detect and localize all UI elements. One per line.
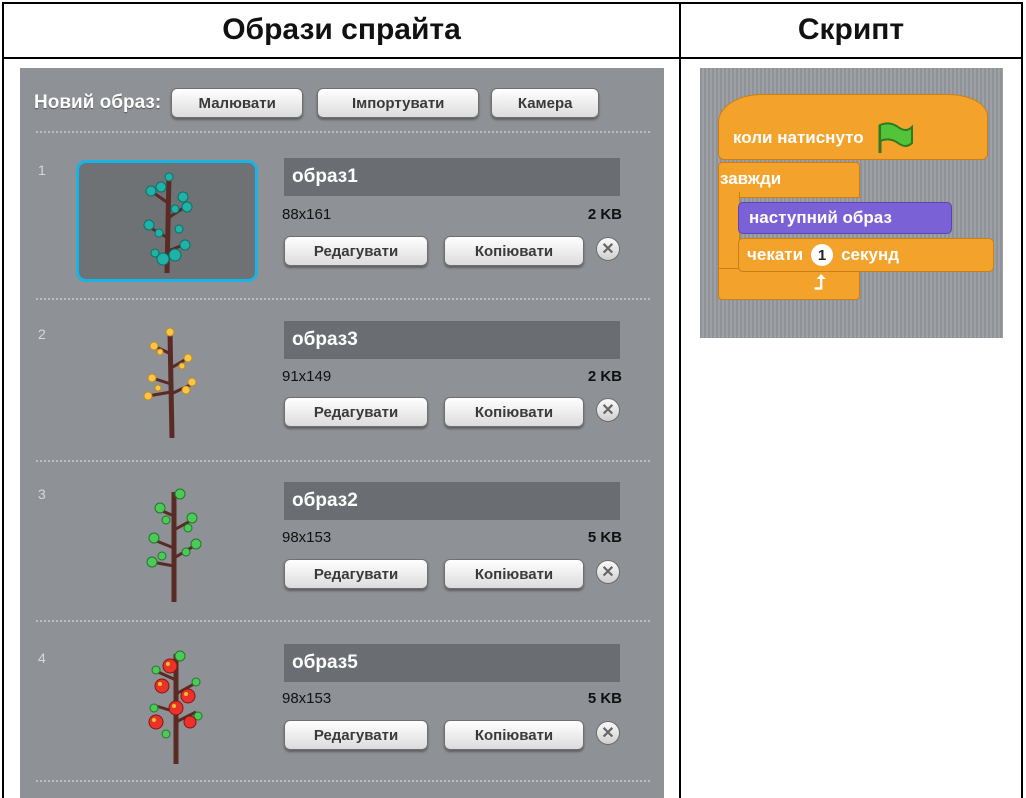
costume-index: 3	[38, 486, 46, 502]
wait-block[interactable]: чекати 1 секунд	[738, 238, 994, 272]
costume-name-field[interactable]: образ2	[284, 482, 620, 520]
separator	[36, 298, 650, 300]
costume-filesize: 2 KB	[587, 206, 622, 223]
import-button[interactable]: Імпортувати	[317, 88, 480, 118]
costumes-column-header: Образи спрайта	[222, 12, 461, 46]
separator	[36, 460, 650, 462]
edit-button[interactable]: Редагувати	[284, 236, 428, 266]
costumes-panel: Новий образ: Малювати Імпортувати Камера…	[20, 68, 664, 798]
new-costume-label: Новий образ:	[34, 92, 162, 113]
costume-name-field[interactable]: образ3	[284, 321, 620, 359]
edit-button[interactable]: Редагувати	[284, 720, 428, 750]
table-border-right	[1021, 2, 1023, 798]
wait-label: чекати	[747, 245, 804, 264]
costume-thumbnail-selected[interactable]	[76, 160, 258, 282]
costume-filesize: 5 KB	[587, 529, 622, 546]
costume-thumbnail[interactable]	[76, 322, 258, 444]
table-border-left	[2, 2, 4, 798]
costume-filesize: 2 KB	[587, 368, 622, 385]
script-column-header: Скрипт	[797, 12, 905, 46]
forever-label: завжди	[720, 169, 782, 188]
table-border-middle	[679, 2, 681, 798]
next-costume-label: наступний образ	[749, 208, 892, 227]
costume-dimensions: 98x153	[282, 690, 332, 707]
camera-button[interactable]: Камера	[491, 88, 600, 118]
separator	[36, 131, 650, 133]
edit-button[interactable]: Редагувати	[284, 559, 428, 589]
costume-thumbnail[interactable]	[76, 646, 258, 768]
tree-apples-icon	[148, 650, 203, 764]
table-border-header	[2, 57, 1023, 59]
costume-index: 2	[38, 326, 46, 342]
new-costume-toolbar: Новий образ: Малювати Імпортувати Камера	[34, 86, 600, 120]
copy-button[interactable]: Копіювати	[444, 397, 584, 427]
costume-index: 4	[38, 650, 46, 666]
tree-green-icon	[146, 488, 202, 602]
costume-name-field[interactable]: образ1	[284, 158, 620, 196]
copy-button[interactable]: Копіювати	[444, 559, 584, 589]
costume-name-field[interactable]: образ5	[284, 644, 620, 682]
costume-dimensions: 88x161	[282, 206, 332, 223]
costume-dimensions: 91x149	[282, 368, 332, 385]
edit-button[interactable]: Редагувати	[284, 397, 428, 427]
copy-button[interactable]: Копіювати	[444, 720, 584, 750]
forever-bottom	[718, 268, 860, 300]
costume-thumbnail[interactable]	[76, 486, 258, 608]
close-icon[interactable]: ✕	[596, 721, 620, 745]
next-costume-block[interactable]: наступний образ	[738, 202, 952, 234]
paint-button[interactable]: Малювати	[171, 88, 304, 118]
tree-teal-icon	[143, 172, 193, 274]
forever-arm	[718, 192, 740, 272]
wait-unit-label: секунд	[841, 245, 900, 264]
wait-seconds-input[interactable]: 1	[811, 244, 834, 266]
costume-dimensions: 98x153	[282, 529, 332, 546]
when-flag-label: коли натиснуто	[733, 128, 864, 147]
separator	[36, 620, 650, 622]
tree-yellow-icon	[143, 327, 197, 439]
separator	[36, 780, 650, 782]
loop-arrow-icon: ⮥	[814, 272, 826, 294]
costume-index: 1	[38, 162, 46, 178]
close-icon[interactable]: ✕	[596, 398, 620, 422]
close-icon[interactable]: ✕	[596, 237, 620, 261]
when-flag-clicked-block[interactable]: коли натиснуто	[718, 94, 988, 160]
script-area: завжди ⮥ коли натиснуто наступний образ …	[700, 68, 1003, 338]
close-icon[interactable]: ✕	[596, 560, 620, 584]
copy-button[interactable]: Копіювати	[444, 236, 584, 266]
green-flag-icon	[878, 122, 913, 153]
costume-filesize: 5 KB	[587, 690, 622, 707]
